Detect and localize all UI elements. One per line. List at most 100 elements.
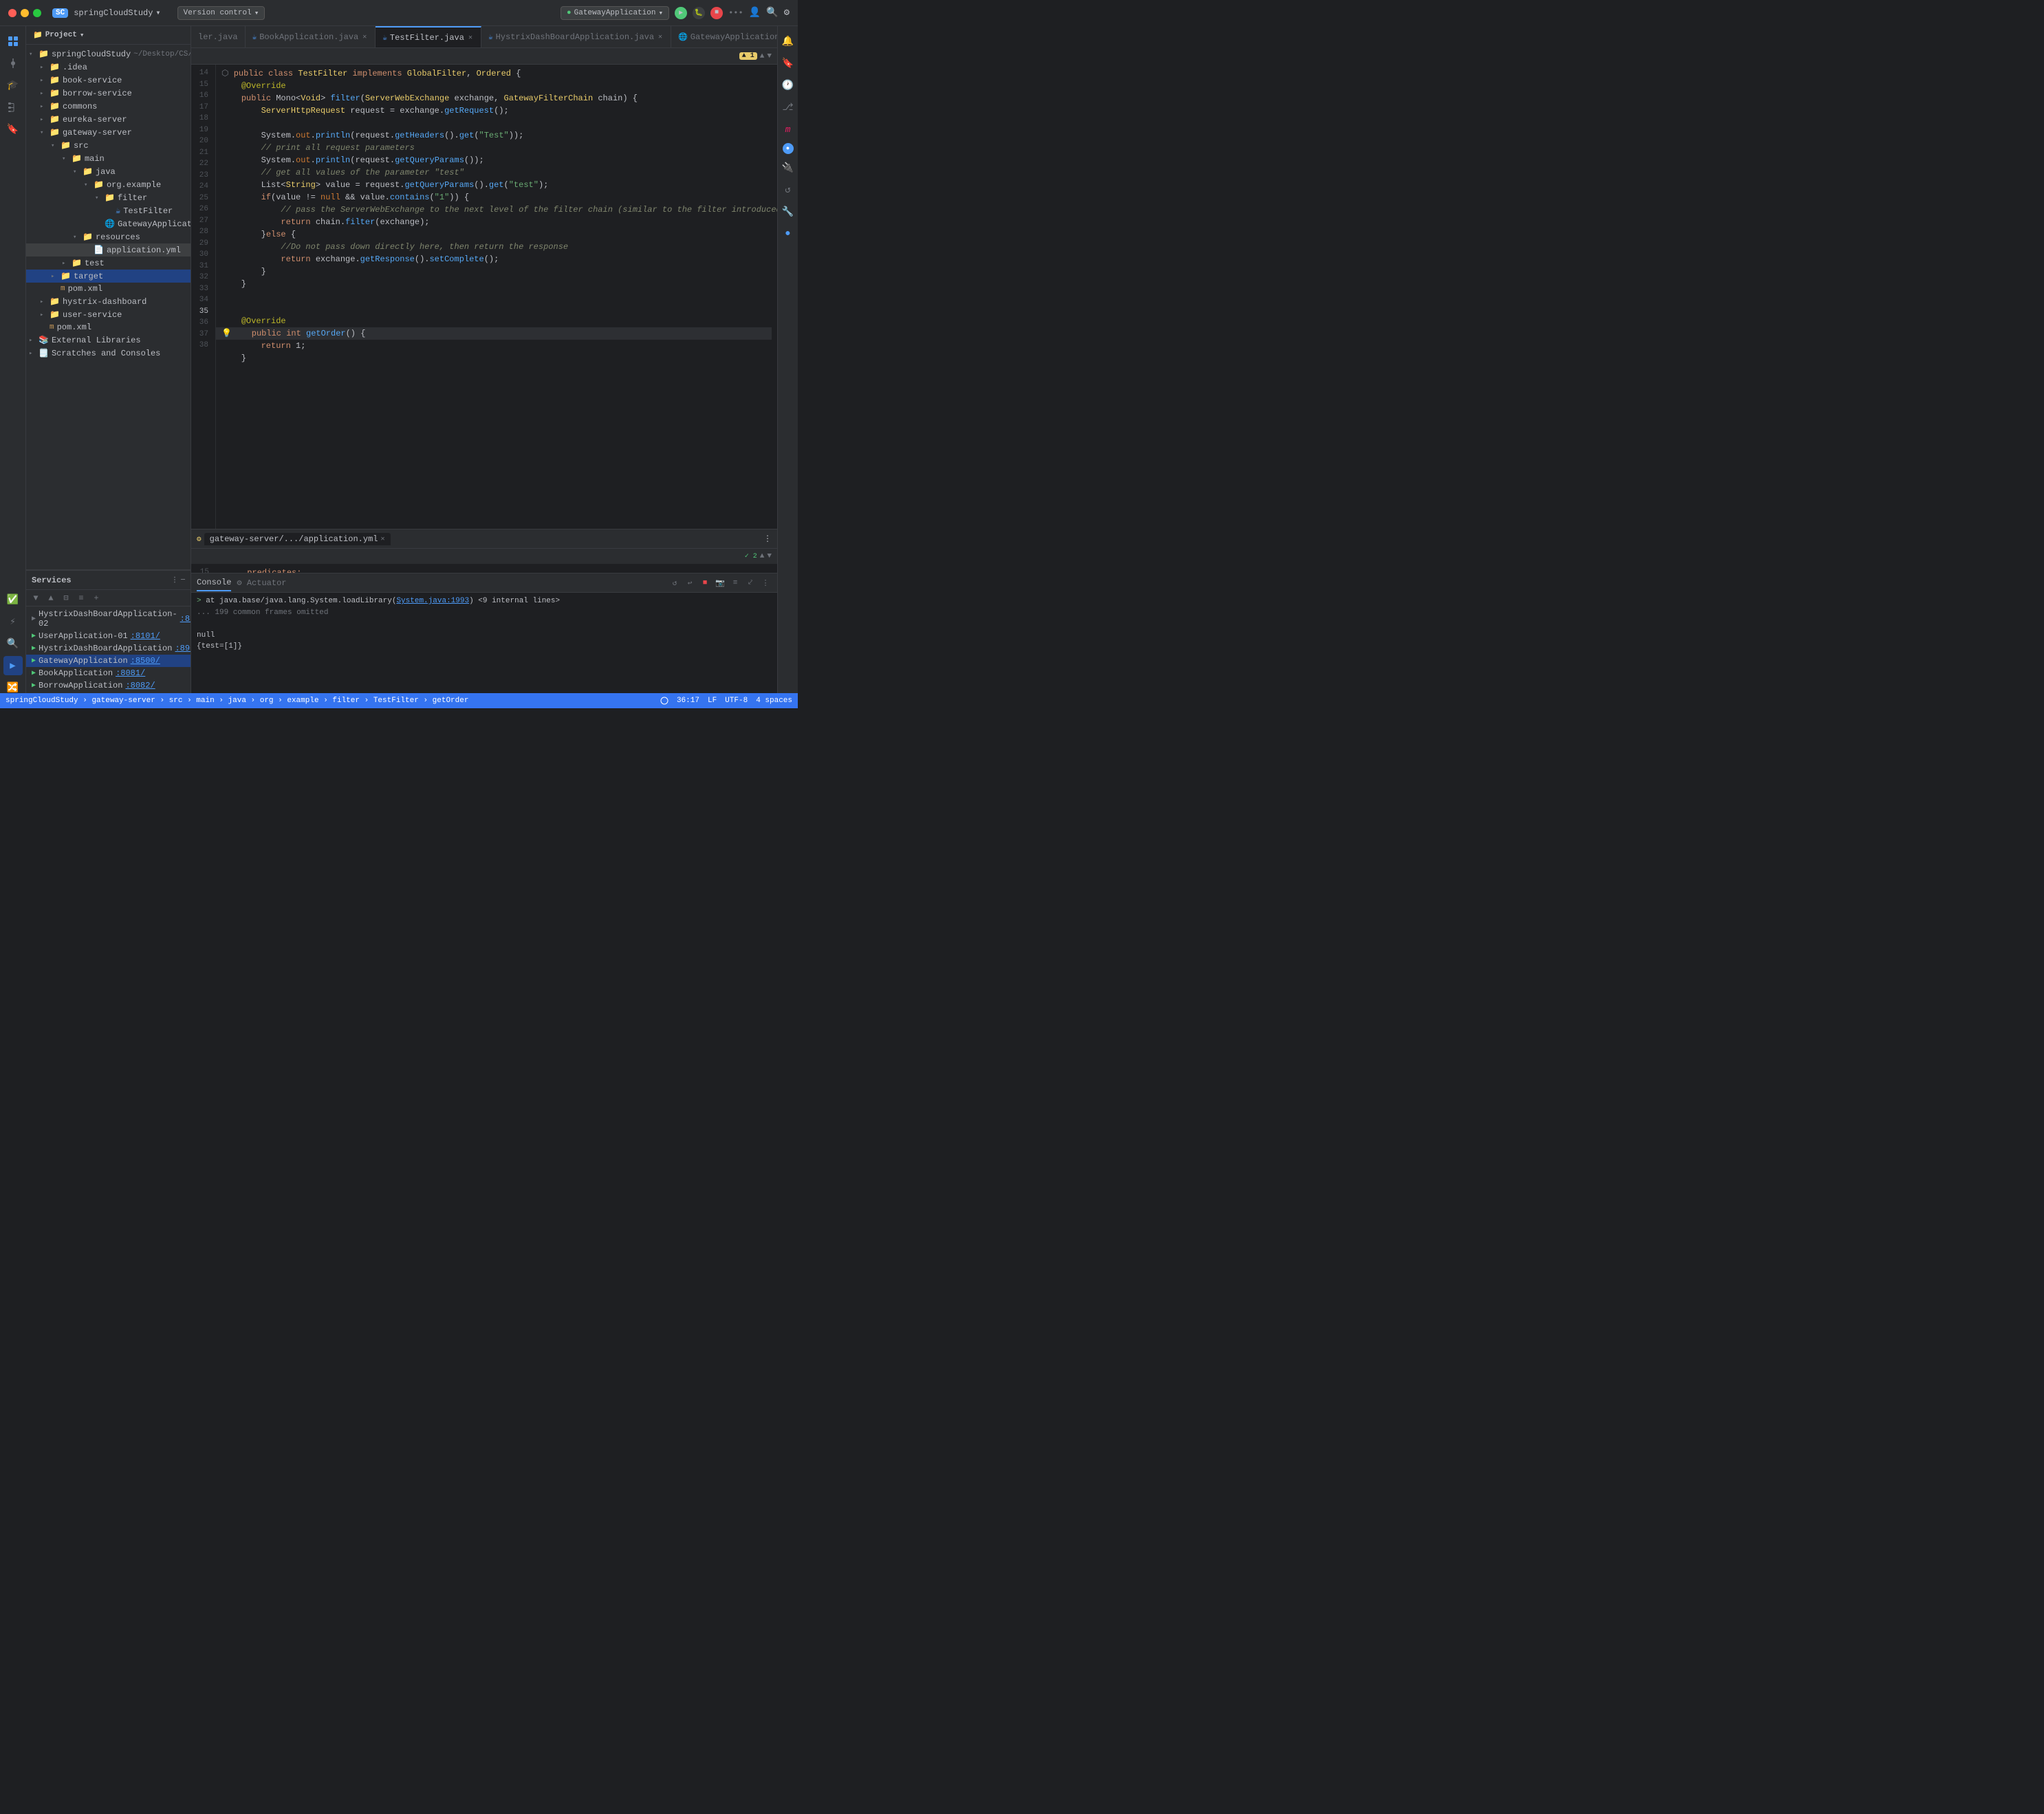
tree-item-filter[interactable]: ▾ 📁 filter xyxy=(26,191,191,204)
tree-item-main[interactable]: ▾ 📁 main xyxy=(26,152,191,165)
plugin-m-icon[interactable]: m xyxy=(779,120,798,139)
plugin2-icon[interactable]: 🔌 xyxy=(779,158,798,177)
svc-port[interactable]: :8500/ xyxy=(131,656,160,666)
svc-book[interactable]: ▶ BookApplication :8081/ xyxy=(26,667,191,679)
bc-example[interactable]: example xyxy=(287,697,318,705)
console-tab-actuator[interactable]: ⚙ Actuator xyxy=(237,575,286,591)
tree-item-hystrix-dashboard[interactable]: ▸ 📁 hystrix-dashboard xyxy=(26,295,191,308)
settings-icon[interactable]: ⚙ xyxy=(784,7,790,19)
tools-icon[interactable]: 🔧 xyxy=(779,202,798,221)
services-minimize[interactable]: — xyxy=(181,576,185,584)
tab-hystrix[interactable]: ☕ HystrixDashBoardApplication.java ✕ xyxy=(481,26,671,47)
notifications-icon[interactable]: 🔔 xyxy=(779,32,798,51)
collapse-all-button[interactable]: ▲ xyxy=(44,591,58,605)
svc-port[interactable]: :8101/ xyxy=(131,631,160,641)
yaml-nav-up[interactable]: ▲ xyxy=(760,552,765,560)
tree-item-springcloudstudyroot[interactable]: ▾ 📁 springCloudStudy ~/Desktop/CS/JavaEE… xyxy=(26,47,191,61)
search-icon[interactable]: 🔍 xyxy=(766,7,778,19)
history-icon[interactable]: 🕐 xyxy=(779,76,798,95)
todo-button[interactable]: ✅ xyxy=(3,590,23,609)
yaml-tab-more[interactable]: ⋮ xyxy=(763,534,772,544)
bc-org[interactable]: org xyxy=(260,697,274,705)
stop-console-button[interactable]: ■ xyxy=(699,577,711,589)
fold-button[interactable]: ≡ xyxy=(729,577,741,589)
more-button[interactable]: ••• xyxy=(728,8,743,18)
tree-item-gatewayapplication[interactable]: 🌐 GatewayApplication xyxy=(26,217,191,230)
learn-button[interactable]: 🎓 xyxy=(3,76,23,95)
filter-button[interactable]: ⊟ xyxy=(59,591,73,605)
yaml-nav-down[interactable]: ▼ xyxy=(767,552,772,560)
svc-port[interactable]: :8081/ xyxy=(116,668,145,678)
bc-filter2[interactable]: filter xyxy=(332,697,360,705)
code-editor[interactable]: 14151617 18192021 22232425 26272829 3031… xyxy=(191,65,777,529)
run-panel-button[interactable]: ▶ xyxy=(3,656,23,675)
refresh-icon[interactable]: ↺ xyxy=(779,180,798,199)
tree-item-pom-root[interactable]: m pom.xml xyxy=(26,321,191,334)
tree-item-target[interactable]: ▸ 📁 target xyxy=(26,270,191,283)
svc-user01[interactable]: ▶ UserApplication-01 :8101/ xyxy=(26,630,191,642)
svc-gateway[interactable]: ▶ GatewayApplication :8500/ xyxy=(26,655,191,667)
refresh-console-button[interactable]: ↺ xyxy=(668,577,681,589)
console-tab-console[interactable]: Console xyxy=(197,575,231,591)
wrap-button[interactable]: ⤦ xyxy=(744,577,757,589)
tree-item-java[interactable]: ▾ 📁 java xyxy=(26,165,191,178)
bc-java2[interactable]: java xyxy=(228,697,246,705)
tree-item-resources[interactable]: ▾ 📁 resources xyxy=(26,230,191,243)
project-view-button[interactable] xyxy=(3,32,23,51)
tree-item-src[interactable]: ▾ 📁 src xyxy=(26,139,191,152)
tree-item-idea[interactable]: ▸ 📁 .idea xyxy=(26,61,191,74)
tree-item-scratches[interactable]: ▸ 🗒️ Scratches and Consoles xyxy=(26,347,191,360)
db-icon[interactable]: ● xyxy=(779,224,798,243)
status-git[interactable] xyxy=(660,697,668,706)
commit-button[interactable] xyxy=(3,54,23,73)
debug-button[interactable]: 🐛 xyxy=(693,7,705,19)
tree-item-pom-gateway[interactable]: m pom.xml xyxy=(26,283,191,295)
account-icon[interactable]: 👤 xyxy=(749,7,761,19)
run-config-button[interactable]: ● GatewayApplication ▾ xyxy=(561,6,669,20)
status-lf[interactable]: LF xyxy=(708,697,717,706)
svc-port[interactable]: :8182/ xyxy=(180,614,191,624)
sidebar-header[interactable]: 📁 Project ▾ xyxy=(26,26,191,45)
version-control-button[interactable]: Version control ▾ xyxy=(177,6,265,20)
more-console-button[interactable]: ⋮ xyxy=(759,577,772,589)
tree-item-user-service[interactable]: ▸ 📁 user-service xyxy=(26,308,191,321)
bc-main2[interactable]: main xyxy=(196,697,214,705)
rerun-button[interactable]: ↩ xyxy=(684,577,696,589)
problems-button[interactable]: ⚡ xyxy=(3,612,23,631)
tab-close-book[interactable]: ✕ xyxy=(361,32,368,42)
vcs-icon[interactable]: ⎇ xyxy=(779,98,798,117)
svc-port[interactable]: :8900/ xyxy=(175,644,191,653)
tree-item-external-libraries[interactable]: ▸ 📚 External Libraries xyxy=(26,334,191,347)
status-encoding[interactable]: UTF-8 xyxy=(725,697,748,706)
svc-hystrix[interactable]: ▶ HystrixDashBoardApplication :8900/ xyxy=(26,642,191,655)
maximize-button[interactable] xyxy=(33,9,41,17)
tree-item-eureka-server[interactable]: ▸ 📁 eureka-server xyxy=(26,113,191,126)
add-service-button[interactable]: + xyxy=(89,591,103,605)
bc-tf[interactable]: TestFilter xyxy=(373,697,419,705)
close-button[interactable] xyxy=(8,9,17,17)
status-position[interactable]: 36:17 xyxy=(677,697,699,706)
plugin1-icon[interactable]: ● xyxy=(783,143,794,154)
camera-button[interactable]: 📷 xyxy=(714,577,726,589)
filter2-button[interactable]: ≡ xyxy=(74,591,88,605)
bc-src2[interactable]: src xyxy=(169,697,183,705)
stop-button[interactable]: ■ xyxy=(710,7,723,19)
tree-item-gateway-server[interactable]: ▾ 📁 gateway-server xyxy=(26,126,191,139)
nav-up-icon[interactable]: ▲ xyxy=(760,52,765,61)
bc-getorder[interactable]: getOrder xyxy=(433,697,469,705)
tree-item-application-yml[interactable]: 📄 application.yml xyxy=(26,243,191,256)
services-more[interactable]: ⋮ xyxy=(171,576,178,584)
tree-item-org-example[interactable]: ▾ 📁 org.example xyxy=(26,178,191,191)
run-button[interactable]: ▶ xyxy=(675,7,687,19)
bookmarks-button[interactable]: 🔖 xyxy=(3,120,23,139)
tree-item-book-service[interactable]: ▸ 📁 book-service xyxy=(26,74,191,87)
tab-filter[interactable]: ler.java xyxy=(191,26,246,47)
bc-springcloud[interactable]: springCloudStudy xyxy=(6,697,78,705)
tab-bookapplication[interactable]: ☕ BookApplication.java ✕ xyxy=(246,26,376,47)
tab-gateway[interactable]: 🌐 GatewayApplication.java xyxy=(671,26,777,47)
tree-item-commons[interactable]: ▸ 📁 commons xyxy=(26,100,191,113)
bc-gw[interactable]: gateway-server xyxy=(91,697,155,705)
svc-hystrix02[interactable]: ▶ HystrixDashBoardApplication-02 :8182/ xyxy=(26,608,191,630)
find-button[interactable]: 🔍 xyxy=(3,634,23,653)
yaml-tab[interactable]: gateway-server/.../application.yml ✕ xyxy=(204,533,391,545)
